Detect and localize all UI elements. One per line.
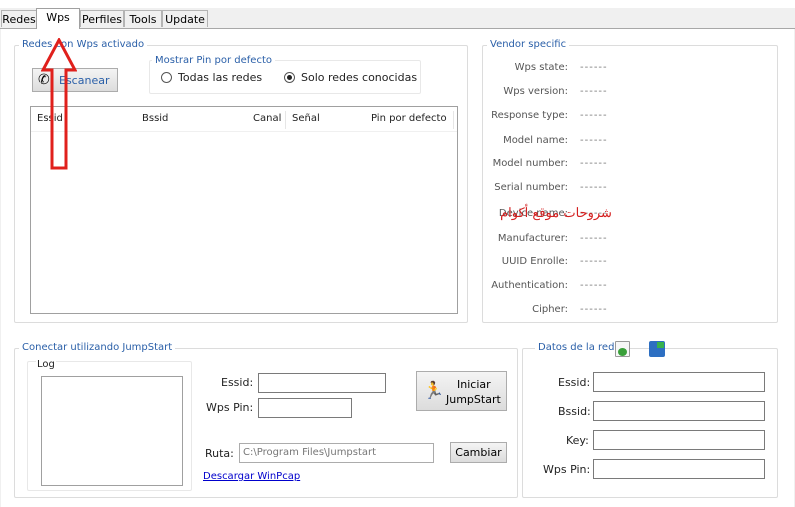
column-header-canal[interactable]: Canal bbox=[253, 113, 281, 124]
wps-state-value: ------ bbox=[580, 62, 608, 73]
runner-icon: 🏃 bbox=[423, 381, 445, 401]
jumpstart-group-title: Conectar utilizando JumpStart bbox=[19, 342, 176, 354]
netdata-wpspin-input[interactable] bbox=[593, 459, 765, 479]
radio-known-label: Solo redes conocidas bbox=[301, 71, 418, 84]
annotation-arrow bbox=[41, 38, 77, 170]
wps-pin-label: Wps Pin: bbox=[206, 401, 254, 414]
vendor-specific-group: Vendor specific Wps state: ------ Wps ve… bbox=[482, 39, 778, 323]
essid-label: Essid: bbox=[221, 376, 254, 389]
wps-tab-panel: Redes con Wps activado ✆ Escanear Mostra… bbox=[1, 29, 794, 507]
uuid-enrolle-value: ------ bbox=[580, 256, 608, 267]
column-separator bbox=[285, 111, 286, 129]
export-icon[interactable] bbox=[615, 341, 630, 357]
log-textbox[interactable] bbox=[41, 376, 183, 486]
radio-all-networks[interactable] bbox=[161, 72, 172, 83]
pin-options-title: Mostrar Pin por defecto bbox=[152, 55, 275, 67]
model-number-value: ------ bbox=[580, 158, 608, 169]
response-type-value: ------ bbox=[580, 110, 608, 121]
start-button-line2: JumpStart bbox=[446, 393, 501, 406]
manufacturer-label: Manufacturer: bbox=[497, 233, 568, 244]
authentication-value: ------ bbox=[580, 280, 608, 291]
watermark-text: شروحات موقع أكوام bbox=[500, 206, 612, 221]
tab-update[interactable]: Update bbox=[162, 10, 208, 27]
authentication-label: Authentication: bbox=[491, 280, 568, 291]
start-jumpstart-button[interactable]: 🏃 Iniciar JumpStart bbox=[416, 371, 507, 411]
path-label: Ruta: bbox=[205, 447, 234, 460]
start-button-line1: Iniciar bbox=[457, 378, 491, 391]
netdata-key-input[interactable] bbox=[593, 430, 765, 450]
serial-number-label: Serial number: bbox=[494, 182, 568, 193]
window-top-strip bbox=[0, 0, 795, 8]
tab-tools[interactable]: Tools bbox=[124, 10, 162, 27]
cipher-value: ------ bbox=[580, 304, 608, 315]
model-number-label: Model number: bbox=[492, 158, 568, 169]
pin-options-group: Mostrar Pin por defecto Todas las redes … bbox=[149, 55, 421, 94]
jumpstart-group: Conectar utilizando JumpStart Log Essid:… bbox=[14, 342, 518, 498]
change-path-button[interactable]: Cambiar bbox=[450, 442, 507, 463]
model-name-value: ------ bbox=[580, 135, 608, 146]
networks-group: Redes con Wps activado ✆ Escanear Mostra… bbox=[14, 39, 468, 323]
netdata-key-label: Key: bbox=[566, 434, 589, 447]
netdata-essid-label: Essid: bbox=[558, 376, 591, 389]
networks-list[interactable]: Essid Bssid Canal Señal Pin por defecto bbox=[30, 106, 458, 314]
network-data-title: Datos de la red bbox=[535, 342, 618, 354]
path-input[interactable]: C:\Program Files\Jumpstart bbox=[239, 443, 434, 463]
save-network-icon[interactable] bbox=[649, 341, 665, 357]
log-group: Log bbox=[27, 359, 192, 491]
wps-state-label: Wps state: bbox=[514, 62, 568, 73]
wps-version-label: Wps version: bbox=[503, 86, 568, 97]
response-type-label: Response type: bbox=[491, 110, 568, 121]
column-separator bbox=[453, 111, 454, 129]
tab-perfiles[interactable]: Perfiles bbox=[80, 10, 124, 27]
jumpstart-essid-input[interactable] bbox=[258, 373, 386, 393]
tab-redes[interactable]: Redes bbox=[1, 10, 37, 27]
network-data-group: Datos de la red Essid: Bssid: Key: Wps P… bbox=[522, 341, 778, 498]
model-name-label: Model name: bbox=[503, 135, 568, 146]
cipher-label: Cipher: bbox=[532, 304, 568, 315]
path-value: C:\Program Files\Jumpstart bbox=[243, 447, 377, 458]
download-winpcap-link[interactable]: Descargar WinPcap bbox=[203, 471, 300, 482]
column-header-pin[interactable]: Pin por defecto bbox=[371, 113, 447, 124]
netdata-bssid-label: Bssid: bbox=[558, 405, 591, 418]
radio-all-label: Todas las redes bbox=[178, 71, 263, 84]
netdata-wpspin-label: Wps Pin: bbox=[543, 463, 591, 476]
jumpstart-wpspin-input[interactable] bbox=[258, 398, 352, 418]
netdata-essid-input[interactable] bbox=[593, 372, 765, 392]
column-header-senal[interactable]: Señal bbox=[292, 113, 320, 124]
log-label: Log bbox=[36, 359, 56, 370]
wps-version-value: ------ bbox=[580, 86, 608, 97]
radio-known-networks[interactable] bbox=[284, 72, 295, 83]
manufacturer-value: ------ bbox=[580, 233, 608, 244]
networks-group-title: Redes con Wps activado bbox=[19, 39, 148, 51]
list-header-divider bbox=[31, 131, 457, 132]
tab-wps[interactable]: Wps bbox=[36, 8, 80, 29]
uuid-enrolle-label: UUID Enrolle: bbox=[501, 256, 568, 267]
netdata-bssid-input[interactable] bbox=[593, 401, 765, 421]
column-header-bssid[interactable]: Bssid bbox=[142, 113, 168, 124]
serial-number-value: ------ bbox=[580, 182, 608, 193]
vendor-group-title: Vendor specific bbox=[487, 39, 570, 51]
